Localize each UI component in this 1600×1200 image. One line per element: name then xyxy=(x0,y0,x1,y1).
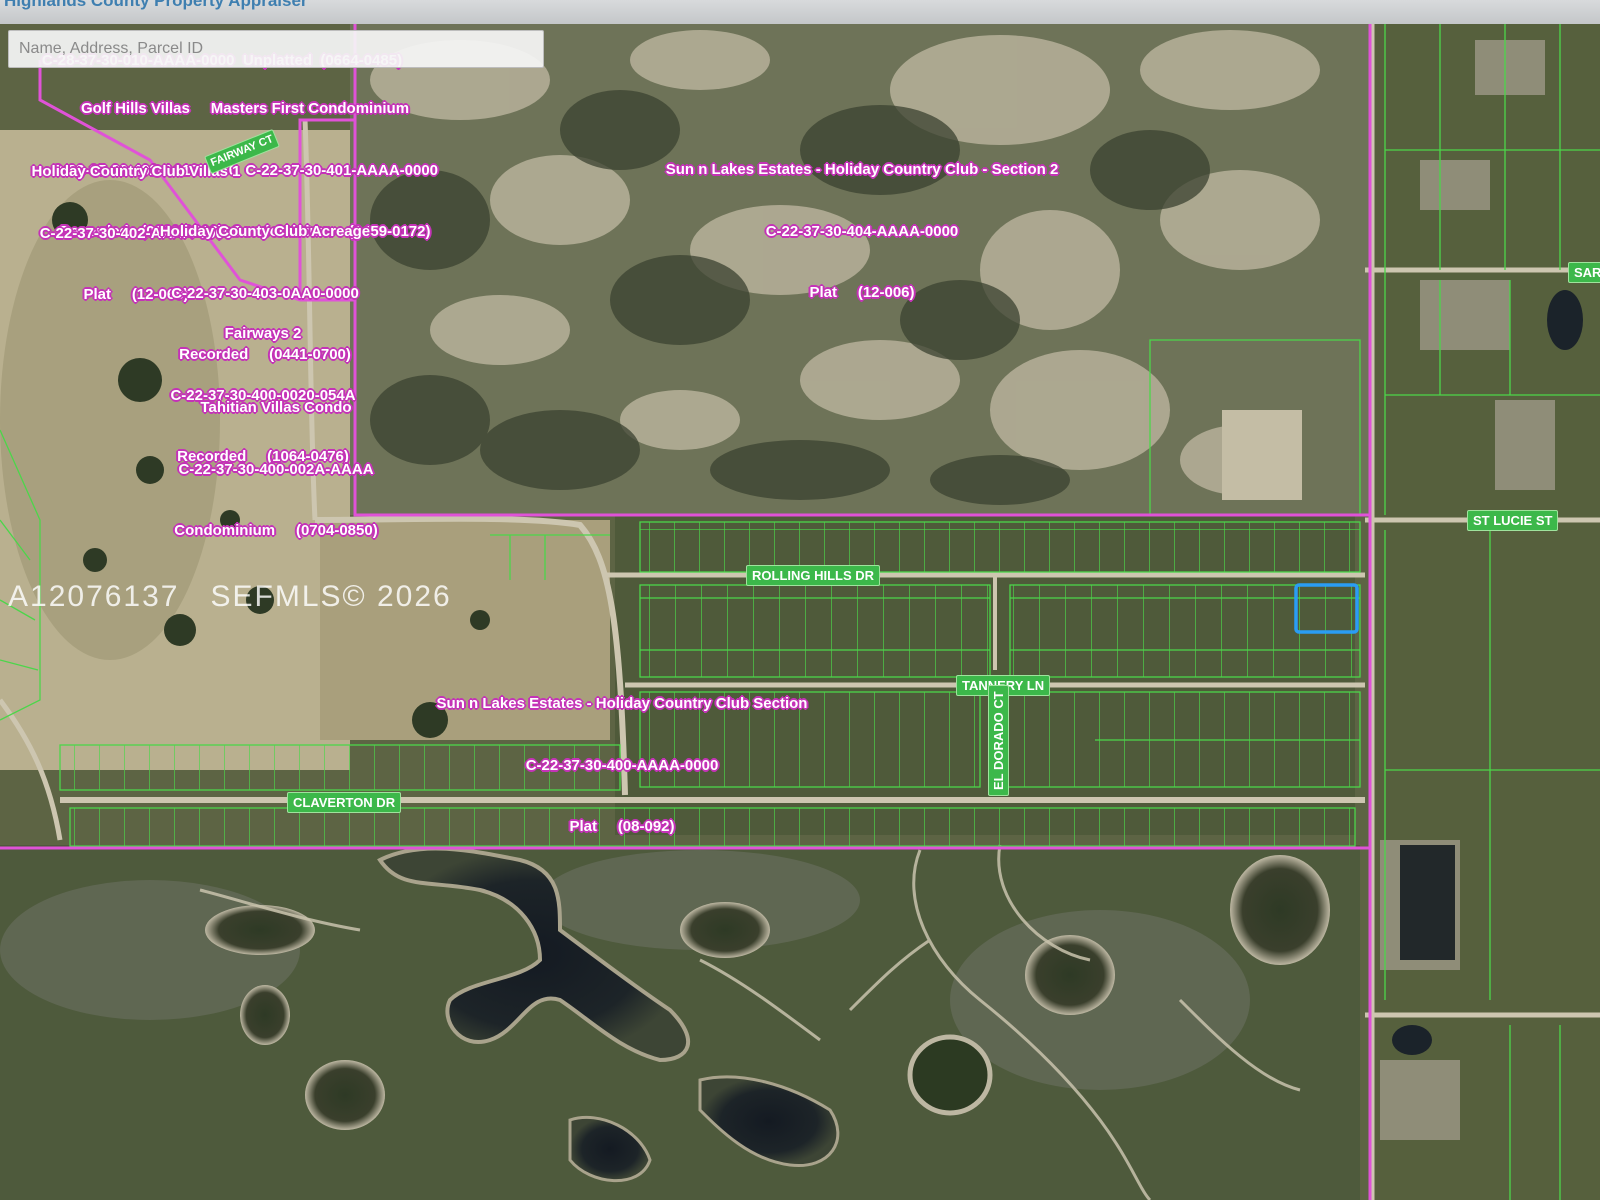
street-label-claverton: CLAVERTON DR xyxy=(287,792,402,813)
street-label-st-lucie: ST LUCIE ST xyxy=(1467,510,1559,531)
street-label-sar: SAR xyxy=(1568,262,1600,283)
parcel-label-tahitian-villas: Tahitian Villas Condo C-22-37-30-400-002… xyxy=(174,399,378,539)
street-label-el-dorado: EL DORADO CT xyxy=(988,685,1009,796)
watermark-listing-id: A12076137 xyxy=(8,580,180,613)
street-label-rolling-hills: ROLLING HILLS DR xyxy=(746,565,881,586)
watermark-copyright: SEFMLS© 2026 xyxy=(210,580,452,613)
parcel-label-section: Sun n Lakes Estates - Holiday Country Cl… xyxy=(436,695,808,835)
watermark: A12076137 SEFMLS© 2026 xyxy=(8,580,452,614)
parcel-label-section-2: Sun n Lakes Estates - Holiday Country Cl… xyxy=(665,161,1059,301)
